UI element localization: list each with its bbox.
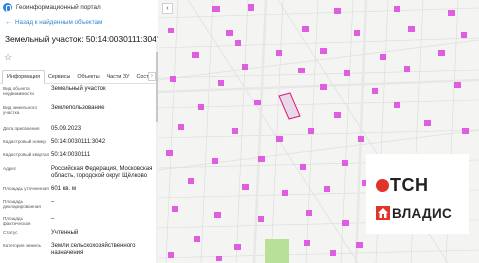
property-value: 50:14:0030111:3042 xyxy=(51,139,106,145)
back-to-results-link[interactable]: ← Назад к найденным объектам xyxy=(0,15,158,29)
tab-services[interactable]: Сервисы xyxy=(45,74,74,83)
property-label: Площадь уточненная xyxy=(3,186,49,191)
property-value: Землепользование xyxy=(51,105,105,111)
portal-title: Геоинформационный портал xyxy=(16,4,101,11)
tabs-scroll-right-icon[interactable]: › xyxy=(148,72,156,81)
back-arrow-icon: ← xyxy=(5,18,12,26)
property-label: Статус xyxy=(3,230,18,235)
watermark-logo: ТСН ВЛАДИС xyxy=(366,154,469,234)
collapse-panel-icon[interactable]: ‹ xyxy=(162,3,173,14)
house-icon xyxy=(376,206,390,220)
logo-text-1: ТСН xyxy=(390,174,429,195)
info-panel: Геоинформационный портал ← Назад к найде… xyxy=(0,0,159,263)
tab-objects[interactable]: Объекты xyxy=(74,74,103,83)
object-title: Земельный участок: 50:14:0030111:3042 xyxy=(5,34,159,44)
portal-header: Геоинформационный портал xyxy=(0,0,158,15)
property-value: Земли сельскохозяйственного назначения xyxy=(51,243,136,257)
red-circle-icon xyxy=(376,178,389,192)
property-value: – xyxy=(51,216,55,222)
back-link-label: Назад к найденным объектам xyxy=(15,18,103,26)
portal-logo-icon xyxy=(3,3,12,12)
tab-info[interactable]: Информация xyxy=(2,70,46,84)
selected-parcel xyxy=(278,92,301,120)
property-label: Адрес xyxy=(3,166,17,171)
property-value: 05.09.2023 xyxy=(51,126,82,132)
property-label: Площадь декларированная xyxy=(3,199,41,210)
property-value: Российская Федерация, Московская область… xyxy=(51,166,153,180)
property-label: Категория земель xyxy=(3,243,41,248)
park-area xyxy=(265,239,289,263)
tab-parcel-parts[interactable]: Части ЗУ xyxy=(104,74,134,83)
logo-line-1: ТСН xyxy=(376,175,429,195)
property-value: 601 кв. м xyxy=(51,186,76,192)
favorite-star-icon[interactable]: ☆ xyxy=(0,45,158,66)
property-label: Вид земельного участка xyxy=(3,105,38,116)
property-label: Площадь фактическая xyxy=(3,216,31,227)
property-value: – xyxy=(51,199,55,205)
tab-bar: Информация Сервисы Объекты Части ЗУ Сост… xyxy=(0,69,158,84)
property-label: Кадастровый номер xyxy=(3,139,46,144)
property-value: Земельный участок xyxy=(51,86,106,92)
logo-text-2: ВЛАДИС xyxy=(392,205,453,221)
property-label: Кадастровый квартал xyxy=(3,152,50,157)
property-label: Дата присвоения xyxy=(3,126,40,131)
logo-line-2: ВЛАДИС xyxy=(376,204,452,222)
property-value: Учтенный xyxy=(51,230,79,236)
property-label: Вид объекта недвижимости xyxy=(3,86,34,97)
property-value: 50:14:0030111 xyxy=(51,152,91,158)
